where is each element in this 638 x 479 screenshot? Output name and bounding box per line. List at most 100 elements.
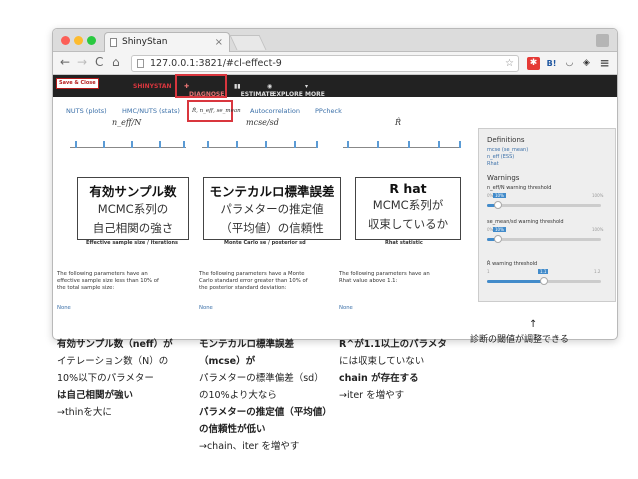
rhat-annotation-line: R^が1.1以上のパラメタ [339,339,447,350]
neff-slider-knob[interactable] [494,201,503,209]
page-icon [110,38,117,47]
plot-tick [438,141,440,148]
layers-icon[interactable]: ◈ [580,57,593,70]
minimize-window-button[interactable] [74,36,83,45]
neff-annotation-line: →thinを大に [57,407,112,418]
mcse-annotation-line: の10%より大なら [199,390,277,401]
mcse-callout-title: モンテカルロ標準誤差 [209,184,335,199]
neff-callout-line2: 自己相関の強さ [92,221,174,235]
rhat-slider-knob[interactable] [540,277,548,285]
tab-rhat-neff-mcse-label: R̂, n_eff, se_mean [192,108,241,114]
rhat-annotation-line: chain が存在する [339,373,419,384]
plot-tick [183,141,185,148]
rhat-min: 1 [487,269,490,274]
neff-none: None [57,305,71,311]
extension-icon[interactable]: ✱ [527,57,540,70]
nav-explore[interactable]: ◉ EXPLORE [267,83,303,98]
bookmark-star-icon[interactable]: ☆ [505,56,514,71]
tab-ppcheck[interactable]: PPcheck [315,107,342,115]
rhat-callout-line1: MCMC系列が [372,198,444,212]
rhat-threshold-slider[interactable] [487,277,601,285]
neff-warning-note: The following parameters have an effecti… [57,271,159,291]
neff-callout-title: 有効サンプル数 [89,184,177,199]
tab-bar: ShinyStan × [53,29,617,52]
mcse-plot-axis [202,147,318,148]
close-window-button[interactable] [61,36,70,45]
mcse-warning-note: The following parameters have a Monte Ca… [199,271,308,291]
forward-button[interactable]: → [77,55,87,69]
rhat-value-badge: 1.1 [538,269,549,274]
diagnose-highlight [175,74,227,98]
plot-tick [159,141,161,148]
neff-annotation: 有効サンプル数（neff）が イテレーション数（N）の 10%以下のパラメター … [57,336,173,421]
neff-plot-header: n_eff/N [112,118,142,127]
reload-button[interactable]: C [95,55,103,69]
mcse-none: None [199,305,213,311]
home-button[interactable]: ⌂ [112,55,120,69]
tab-close-icon[interactable]: × [215,33,223,52]
neff-threshold-label: n_eff/N warning threshold [487,185,552,191]
brand-label: SHINYSTAN [133,83,172,90]
settings-sidebar: Definitions mcse (se_mean) n_eff (ESS) R… [478,128,616,302]
pocket-icon[interactable]: ◡ [563,57,576,70]
rhat-callout: R hat MCMC系列が 収束しているか [355,177,461,240]
rhat-plot-axis [343,147,461,148]
mcse-annotation-line: の信頼性が低い [199,424,266,435]
rhat-annotation-line: →iter を増やす [339,390,405,401]
profile-icon[interactable] [596,34,609,47]
rhat-warning-note: The following parameters have an Rhat va… [339,271,430,284]
back-button[interactable]: ← [60,55,70,69]
rhat-plot-header: R̂ [395,118,402,127]
rhat-plot-caption: Rhat statistic [385,240,423,246]
neff-callout: 有効サンプル数 MCMC系列の 自己相関の強さ [77,177,189,240]
menu-icon[interactable]: ≡ [598,57,611,70]
maximize-window-button[interactable] [87,36,96,45]
mcse-slider-knob[interactable] [494,235,503,243]
neff-value-badge: 10% [493,193,506,198]
tab-nuts-plots[interactable]: NUTS (plots) [66,107,107,115]
neff-annotation-line: 10%以下のパラメター [57,373,154,384]
neff-callout-line1: MCMC系列の [97,202,169,216]
rhat-slider-fill [487,280,544,283]
rhat-max: 1.2 [594,269,601,274]
definition-mcse-link[interactable]: mcse (se_mean) [487,147,528,153]
nav-estimate[interactable]: ▮▮ ESTIMATE [234,83,274,98]
hatena-bookmark-icon[interactable]: B! [545,57,558,70]
rhat-annotation-line: には収束していない [339,356,425,367]
tab-autocorrelation[interactable]: Autocorrelation [250,107,300,115]
tab-rhat-neff-mcse[interactable]: R̂, n_eff, se_mean [187,100,241,122]
tab-title: ShinyStan [122,37,168,47]
neff-threshold-slider[interactable] [487,201,601,209]
mcse-value-badge: 10% [493,227,506,232]
definitions-title: Definitions [487,136,525,144]
mcse-threshold-slider[interactable] [487,235,601,243]
browser-toolbar: ← → C ⌂ 127.0.0.1:3821/#cl-effect-9 ☆ ✱ … [53,52,617,75]
mcse-plot-caption: Monte Carlo se / posterior sd [224,240,306,246]
rhat-threshold-label: R̂ warning threshold [487,261,538,267]
plot-tick [75,141,77,148]
definition-neff-link[interactable]: n_eff (ESS) [487,154,514,160]
plot-tick [236,141,238,148]
rhat-none: None [339,305,353,311]
plot-tick [459,141,461,148]
plot-tick [131,141,133,148]
neff-plot-caption: Effective sample size / iterations [86,240,179,246]
mcse-callout-line2: （平均値）の信頼性 [220,221,324,235]
warnings-title: Warnings [487,174,520,182]
plot-tick [377,141,379,148]
plot-tick [103,141,105,148]
browser-tab[interactable]: ShinyStan × [104,32,230,52]
definition-rhat-link[interactable]: Rhat [487,161,499,167]
plot-tick [207,141,209,148]
tab-hmc-nuts-stats[interactable]: HMC/NUTS (stats) [122,107,180,115]
new-tab-button[interactable] [229,35,267,50]
mcse-callout: モンテカルロ標準誤差 パラメターの推定値 （平均値）の信頼性 [203,177,341,240]
rhat-callout-title: R hat [389,181,427,196]
save-close-button[interactable]: Save & Close [56,78,99,89]
mcse-callout-line1: パラメターの推定値 [220,202,324,216]
address-bar[interactable]: 127.0.0.1:3821/#cl-effect-9 ☆ [131,55,519,72]
url-text: 127.0.0.1:3821/#cl-effect-9 [150,58,282,69]
plot-tick [265,141,267,148]
nav-more[interactable]: MORE ▾ [305,83,325,98]
plot-tick [347,141,349,148]
